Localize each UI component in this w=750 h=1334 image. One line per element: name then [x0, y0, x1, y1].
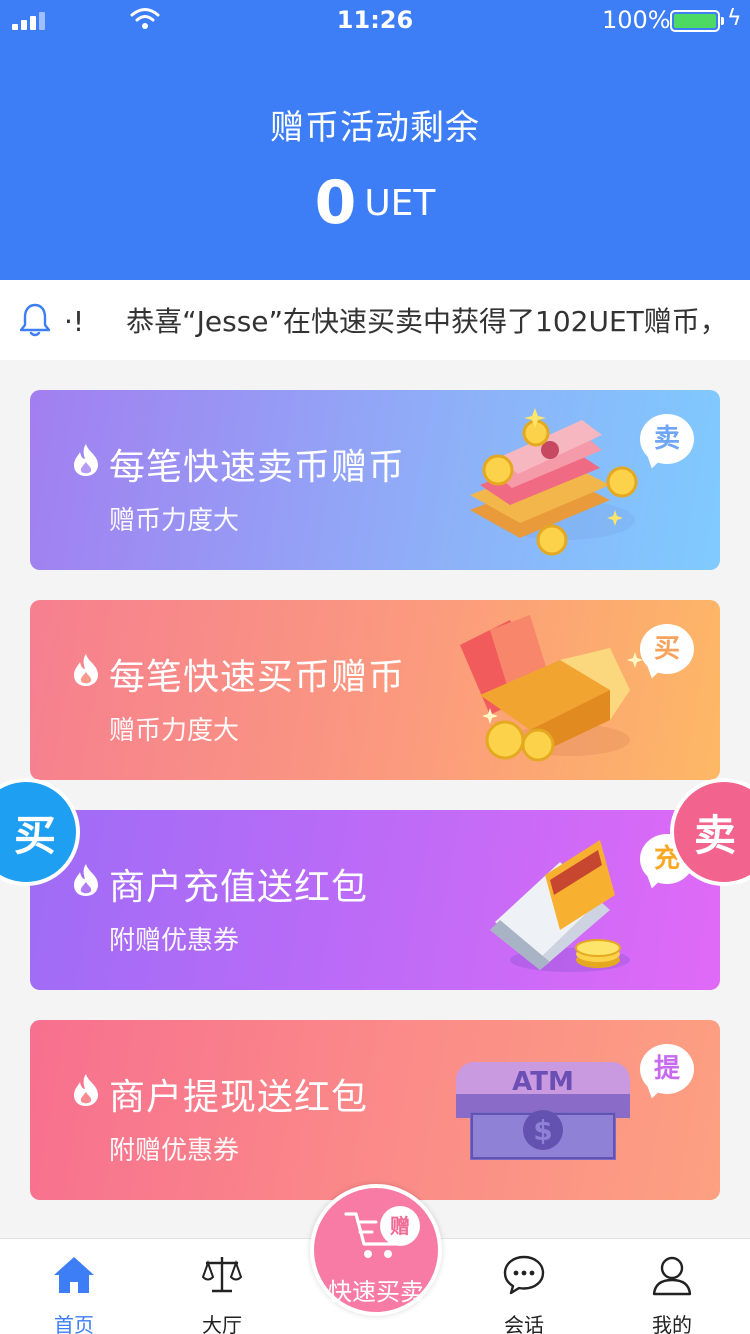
quick-trade-button[interactable]: 赠 快速买卖 — [310, 1184, 442, 1316]
card-sell-bonus[interactable]: 每笔快速卖币赠币 赠币力度大 卖 — [30, 390, 720, 570]
card-recharge-bonus[interactable]: 商户充值送红包 附赠优惠券 充 — [30, 810, 720, 990]
card-title: 每笔快速卖币赠币 — [109, 447, 406, 488]
tab-label: 首页 — [54, 1313, 94, 1334]
money-stack-illustration — [470, 408, 638, 556]
tab-hall[interactable]: 大厅 — [162, 1239, 282, 1334]
remaining-amount: 0 UET — [0, 168, 750, 238]
charging-icon: ϟ — [727, 6, 742, 31]
card-subtitle: 附赠优惠券 — [109, 1136, 240, 1166]
floating-sell-label: 卖 — [693, 810, 736, 860]
wallet-card-illustration — [490, 840, 630, 972]
battery-icon — [670, 10, 724, 32]
atm-illustration: ATM $ — [456, 1062, 630, 1160]
user-icon — [652, 1256, 692, 1296]
gold-box-illustration — [460, 615, 643, 762]
card-subtitle: 附赠优惠券 — [109, 926, 240, 956]
card-title: 每笔快速买币赠币 — [109, 657, 406, 698]
notice-bar[interactable]: ·! 恭喜“Jesse”在快速买卖中获得了102UET赠币， — [0, 280, 750, 360]
card-subtitle: 赠币力度大 — [109, 506, 240, 536]
card-withdraw-bonus[interactable]: 商户提现送红包 附赠优惠券 提 ATM $ — [30, 1020, 720, 1200]
tab-home[interactable]: 首页 — [14, 1239, 134, 1334]
tab-label: 会话 — [504, 1313, 544, 1334]
notice-message: 恭喜“Jesse”在快速买卖中获得了102UET赠币， — [126, 305, 728, 338]
card-title: 商户充值送红包 — [109, 867, 369, 908]
chat-icon — [503, 1255, 545, 1295]
quick-trade-label: 快速买卖 — [328, 1278, 424, 1306]
bell-icon — [19, 303, 51, 337]
flame-icon — [74, 444, 98, 476]
tab-label: 我的 — [652, 1313, 692, 1334]
floating-buy-label: 买 — [13, 810, 56, 860]
page-title: 赠币活动剩余 — [270, 108, 480, 148]
amount-value: 0 — [314, 168, 357, 238]
notice-prefix: ·! — [64, 305, 85, 338]
tab-label: 大厅 — [202, 1313, 242, 1334]
svg-text:ATM: ATM — [512, 1067, 574, 1097]
amount-unit: UET — [364, 182, 436, 224]
scale-icon — [201, 1257, 243, 1293]
status-bar: 11:26 100% ϟ — [0, 0, 750, 40]
card-title: 商户提现送红包 — [109, 1077, 369, 1118]
tab-mine[interactable]: 我的 — [612, 1239, 732, 1334]
tab-chat[interactable]: 会话 — [464, 1239, 584, 1334]
flame-icon — [74, 1074, 98, 1106]
svg-text:$: $ — [533, 1114, 552, 1147]
battery-percent: 100% — [602, 6, 671, 34]
gift-badge: 赠 — [380, 1206, 420, 1246]
card-subtitle: 赠币力度大 — [109, 716, 240, 746]
card-buy-bonus[interactable]: 每笔快速买币赠币 赠币力度大 买 — [30, 600, 720, 780]
header-banner: 11:26 100% ϟ 赠币活动剩余 0 UET — [0, 0, 750, 280]
flame-icon — [74, 864, 98, 896]
home-icon — [54, 1257, 94, 1293]
flame-icon — [74, 654, 98, 686]
